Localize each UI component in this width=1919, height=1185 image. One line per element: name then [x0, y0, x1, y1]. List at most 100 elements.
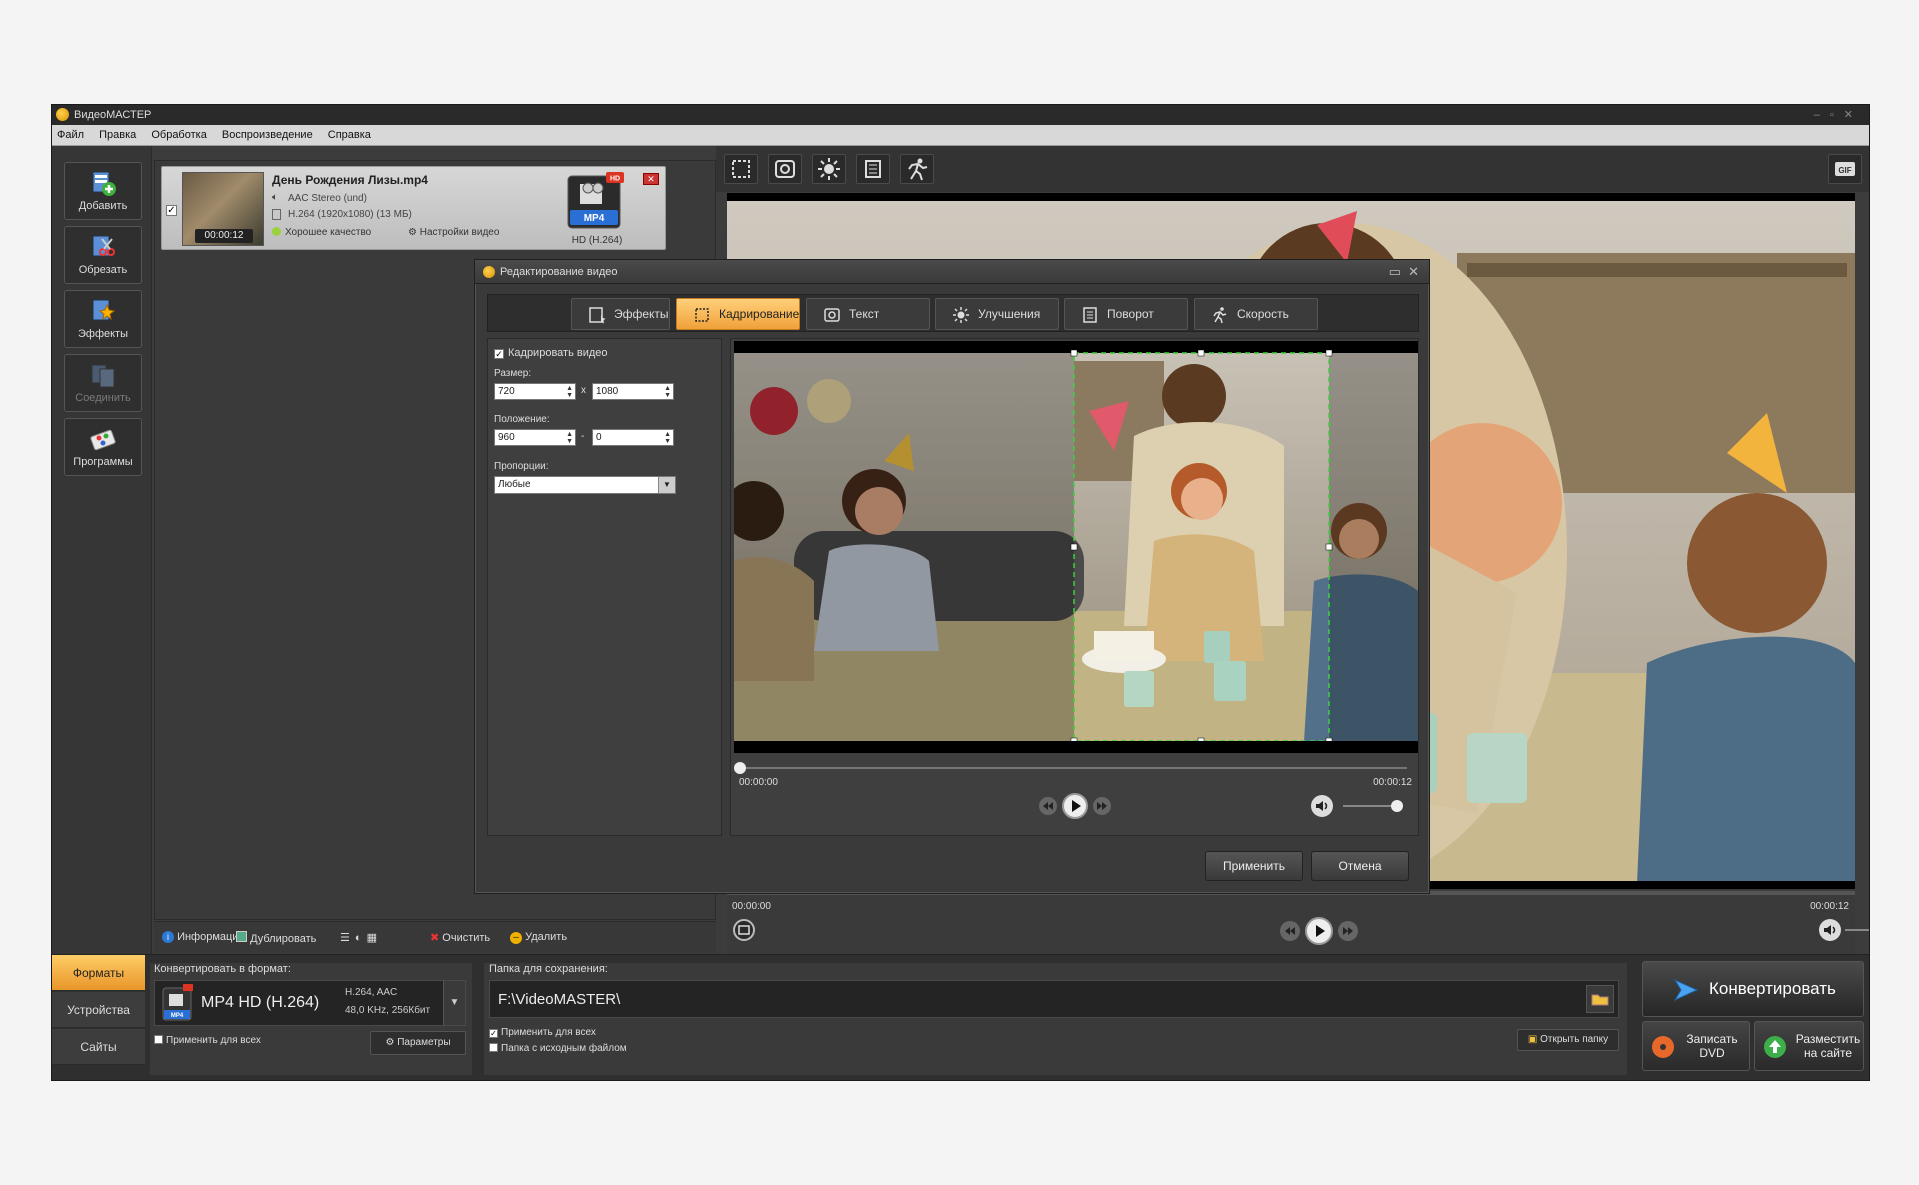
pos-y-spinner[interactable]: ▲ ▼ [664, 431, 671, 445]
width-input[interactable]: 720 ▲ ▼ [494, 383, 576, 400]
tab-speed[interactable]: Скорость [1194, 298, 1318, 330]
ratio-select[interactable]: Любые ▼ [494, 476, 676, 494]
chevron-down-icon[interactable]: ▼ [658, 477, 675, 493]
dialog-volume-knob[interactable] [1391, 800, 1403, 812]
play-button[interactable] [1305, 917, 1333, 945]
next-frame-button[interactable] [1338, 921, 1358, 941]
dialog-forward-button[interactable] [1093, 797, 1111, 815]
apply-all-folder-checkbox[interactable]: ✓ Применить для всех [489, 1027, 596, 1038]
menu-edit[interactable]: Правка [99, 129, 136, 141]
brightness-tool-button[interactable] [812, 154, 846, 184]
crop-video-frame[interactable] [734, 341, 1418, 753]
mp4-format-icon[interactable]: MP4 HD [566, 172, 628, 234]
gif-button[interactable]: GIF [1828, 154, 1862, 184]
pos-y-input[interactable]: 0 ▲ ▼ [592, 429, 674, 446]
format-selector[interactable]: MP4 MP4 HD (H.264) H.264, AAC 48,0 KHz, … [154, 980, 466, 1026]
apply-all-formats-checkbox[interactable]: Применить для всех [154, 1035, 261, 1046]
programs-button[interactable]: Программы [64, 418, 142, 476]
crop-tool-button[interactable] [724, 154, 758, 184]
speed-tool-button[interactable] [900, 154, 934, 184]
tab-formats[interactable]: Форматы [52, 955, 145, 991]
format-name: MP4 HD (H.264) [201, 994, 320, 1011]
play-icon [1072, 800, 1081, 812]
prev-frame-button[interactable] [1280, 921, 1300, 941]
view-toggle[interactable]: ☰ ◐ ▦ [340, 931, 378, 944]
pos-x-spinner[interactable]: ▲ ▼ [566, 431, 573, 445]
play-icon [1316, 925, 1325, 937]
save-folder-input[interactable]: F:\VideoMASTER\ [489, 980, 1619, 1018]
dialog-volume-slider[interactable] [1343, 800, 1403, 812]
apply-button[interactable]: Применить [1205, 851, 1303, 881]
clear-button[interactable]: ✖ Очистить [430, 931, 490, 944]
file-name: День Рождения Лизы.mp4 [272, 173, 428, 187]
parameters-label: Параметры [397, 1037, 451, 1048]
dialog-seek-knob[interactable] [734, 762, 746, 774]
pos-x-input[interactable]: 960 ▲ ▼ [494, 429, 576, 446]
dialog-window-controls: ▭ ✕ [1389, 260, 1419, 284]
format-dropdown-arrow[interactable]: ▼ [443, 981, 465, 1025]
tab-enhance[interactable]: Улучшения [935, 298, 1059, 330]
cancel-button[interactable]: Отмена [1311, 851, 1409, 881]
dvd-icon [1652, 1036, 1674, 1058]
dialog-rewind-button[interactable] [1039, 797, 1057, 815]
dialog-seek-bar[interactable] [734, 762, 1407, 774]
tab-sites[interactable]: Сайты [52, 1029, 145, 1065]
width-spinner[interactable]: ▲ ▼ [566, 385, 573, 399]
tab-text[interactable]: Текст [806, 298, 930, 330]
delete-button[interactable]: – Удалить [510, 931, 567, 944]
file-video-info: H.264 (1920x1080) (13 МБ) [272, 209, 412, 220]
crop-settings-panel: ✓ Кадрировать видео Размер: 720 ▲ ▼ x 1080 ▲… [487, 338, 722, 836]
convert-button[interactable]: Конвертировать [1642, 961, 1864, 1017]
menu-playback[interactable]: Воспроизведение [222, 129, 313, 141]
effects-button[interactable]: Эффекты [64, 290, 142, 348]
volume-slider[interactable] [1845, 929, 1869, 931]
quality-status: Хорошее качество [272, 227, 371, 238]
file-checkbox[interactable]: ✓ [166, 205, 177, 216]
dialog-volume-button[interactable] [1311, 795, 1333, 817]
tab-rotate[interactable]: Поворот [1064, 298, 1188, 330]
dialog-play-button[interactable] [1062, 793, 1088, 819]
source-folder-checkbox[interactable]: Папка с исходным файлом [489, 1043, 627, 1054]
volume-button[interactable] [1819, 919, 1841, 941]
burn-dvd-button[interactable]: Записать DVD [1642, 1021, 1750, 1071]
folder-browse-button[interactable] [1586, 985, 1614, 1013]
rotate-icon [1083, 307, 1097, 323]
snapshot-button[interactable] [733, 919, 755, 941]
duplicate-button[interactable]: Дублировать [236, 931, 316, 945]
ratio-value: Любые [498, 479, 531, 490]
quality-dot-icon [272, 227, 281, 236]
menu-processing[interactable]: Обработка [151, 129, 206, 141]
add-button[interactable]: Добавить [64, 162, 142, 220]
file-thumbnail: 00:00:12 [182, 172, 264, 246]
menu-file[interactable]: Файл [57, 129, 84, 141]
info-button[interactable]: i Информация [162, 931, 244, 943]
window-controls[interactable]: –▫✕ [1814, 105, 1863, 125]
video-settings-link[interactable]: ⚙ Настройки видео [408, 227, 499, 238]
minimize-icon[interactable]: ▭ [1389, 264, 1401, 279]
close-icon[interactable]: ✕ [1408, 264, 1419, 279]
height-input[interactable]: 1080 ▲ ▼ [592, 383, 674, 400]
remove-file-button[interactable]: ✕ [643, 173, 659, 185]
speed-icon [908, 158, 928, 181]
burn-dvd-label: Записать DVD [1686, 1032, 1738, 1060]
tab-crop[interactable]: Кадрирование [676, 298, 800, 330]
crop-icon [732, 160, 750, 178]
join-button[interactable]: Соединить [64, 354, 142, 412]
parameters-button[interactable]: ⚙ Параметры [370, 1031, 466, 1055]
bottom-panel: Форматы Устройства Сайты Конвертировать … [52, 954, 1869, 1080]
tab-effects[interactable]: Эффекты [571, 298, 670, 330]
trim-button[interactable]: Обрезать [64, 226, 142, 284]
open-folder-button[interactable]: ▣ Открыть папку [1517, 1029, 1619, 1051]
tab-enhance-label: Улучшения [978, 307, 1041, 321]
menu-help[interactable]: Справка [328, 129, 371, 141]
crop-video-checkbox[interactable]: ✓ Кадрировать видео [494, 347, 608, 359]
trim-icon [92, 235, 115, 257]
file-item[interactable]: ✓ 00:00:12 День Рождения Лизы.mp4 🔈︎ AAC… [161, 166, 666, 250]
video-text: H.264 (1920x1080) (13 МБ) [288, 209, 412, 220]
rotate-tool-button[interactable] [856, 154, 890, 184]
publish-button[interactable]: Разместить на сайте [1754, 1021, 1864, 1071]
text-tool-button[interactable] [768, 154, 802, 184]
tab-devices[interactable]: Устройства [52, 992, 145, 1028]
crop-checkbox-box[interactable]: ✓ [494, 349, 504, 359]
height-spinner[interactable]: ▲ ▼ [664, 385, 671, 399]
